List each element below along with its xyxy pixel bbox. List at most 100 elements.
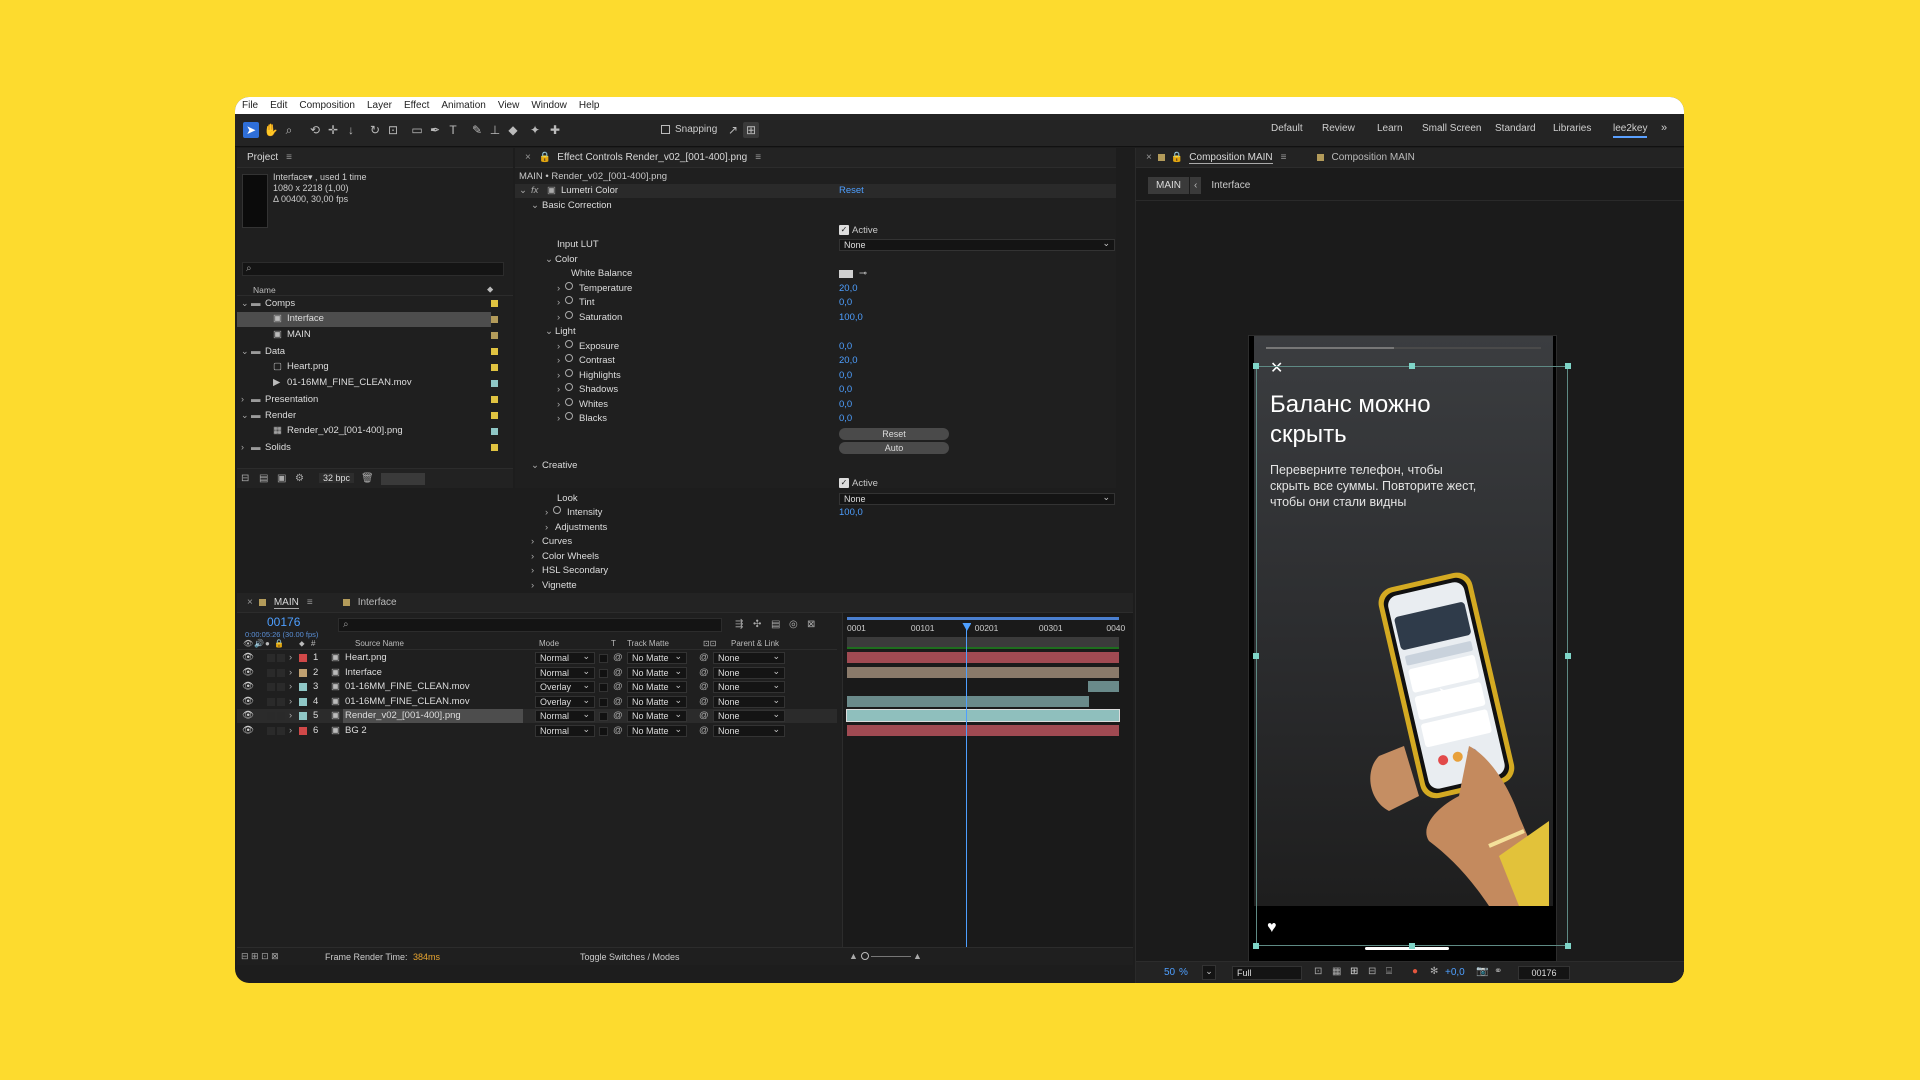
param-row[interactable]: › Whites 0,0 [515, 397, 1116, 412]
color-group-row[interactable]: ⌄ Color [515, 253, 1116, 267]
roto-brush-tool-icon[interactable]: ✦ [527, 122, 543, 138]
snapping-checkbox[interactable] [657, 122, 673, 138]
timeline-tab-main[interactable]: MAIN [273, 597, 299, 609]
label-color-swatch[interactable] [491, 300, 498, 307]
chevron-right-icon[interactable]: › [531, 564, 534, 578]
effect-header-row[interactable]: ⌄ fx ▣ Lumetri Color Reset [515, 184, 1116, 198]
project-item[interactable]: ▶ 01-16MM_FINE_CLEAN.mov [237, 376, 513, 391]
label-color-swatch[interactable] [491, 380, 498, 387]
section-row[interactable]: › HSL Secondary [515, 564, 1116, 578]
intensity-value[interactable]: 100,0 [839, 506, 863, 520]
bit-depth-button[interactable]: 32 bpc [319, 473, 355, 483]
chevron-right-icon[interactable]: › [531, 535, 534, 549]
playhead[interactable] [962, 623, 972, 965]
transform-handle[interactable] [1565, 363, 1571, 369]
label-color-swatch[interactable] [491, 444, 498, 451]
active-checkbox-wrap[interactable]: ✓ Active [839, 224, 878, 238]
matte-pickwhip-icon[interactable]: @ [613, 666, 623, 680]
hand-tool-icon[interactable]: ✋ [263, 122, 279, 138]
track-matte-dropdown[interactable]: No Matte [627, 651, 687, 664]
effect-controls-tab[interactable]: Effect Controls Render_v02_[001-400].png [557, 152, 747, 163]
preserve-transparency-toggle[interactable] [599, 654, 608, 663]
current-time-field[interactable]: 00176 [1518, 966, 1570, 980]
chevron-right-icon[interactable]: › [557, 340, 560, 354]
section-row[interactable]: › Vignette [515, 579, 1116, 593]
chevron-down-icon[interactable]: ⌄ [519, 184, 527, 198]
chevron-right-icon[interactable]: › [241, 440, 251, 454]
lock-toggle[interactable] [277, 697, 285, 706]
menu-item-animation[interactable]: Animation [441, 100, 485, 111]
param-value[interactable]: 0,0 [839, 296, 852, 310]
layer-duration-bar[interactable] [847, 652, 1119, 663]
label-color-swatch[interactable] [299, 726, 307, 735]
transform-handle[interactable] [1565, 943, 1571, 949]
adjustments-row[interactable]: › Adjustments [515, 521, 1116, 535]
lock-toggle[interactable] [277, 683, 285, 691]
breadcrumb-child[interactable]: Interface [1211, 180, 1250, 191]
timeline-zoom-slider-handle[interactable] [861, 952, 869, 960]
preserve-transparency-toggle[interactable] [599, 683, 608, 692]
solo-toggle[interactable] [267, 654, 275, 662]
workspace-tab-default[interactable]: Default [1271, 123, 1303, 134]
chevron-down-icon[interactable]: ⌄ [241, 408, 251, 422]
workspace-tab-lee2key[interactable]: lee2key [1613, 123, 1648, 138]
workspace-tab-small-screen[interactable]: Small Screen [1422, 123, 1481, 134]
stopwatch-icon[interactable] [565, 397, 573, 406]
input-lut-dropdown[interactable]: None [839, 238, 1115, 251]
eyedropper-icon[interactable]: ⊸ [859, 267, 867, 281]
stopwatch-icon[interactable] [565, 412, 573, 420]
matte-pickwhip-icon[interactable]: @ [613, 709, 623, 723]
eye-icon[interactable]: 👁 [242, 680, 254, 694]
workspace-tab-libraries[interactable]: Libraries [1553, 123, 1591, 134]
param-row[interactable]: › Blacks 0,0 [515, 412, 1116, 426]
project-item[interactable]: ▣ Interface [237, 312, 498, 327]
label-color-swatch[interactable] [299, 683, 307, 691]
matte-pickwhip-icon[interactable]: @ [613, 680, 623, 694]
layer-name[interactable]: Heart.png [343, 651, 523, 665]
chevron-right-icon[interactable]: › [289, 709, 292, 723]
parent-pickwhip-icon[interactable]: @ [699, 666, 709, 680]
eye-icon[interactable]: 👁 [242, 651, 254, 665]
blend-mode-dropdown[interactable]: Normal [535, 724, 595, 737]
close-icon[interactable]: × [525, 152, 531, 163]
param-value[interactable]: 0,0 [839, 383, 852, 397]
look-dropdown[interactable]: None [839, 492, 1115, 505]
thumbnail-slider[interactable] [381, 473, 425, 485]
label-color-swatch[interactable] [299, 712, 307, 720]
layer-row[interactable]: 👁 › 6 ▣ BG 2 Normal @ No Matte @ None [237, 724, 837, 738]
chevron-right-icon[interactable]: › [557, 296, 560, 310]
label-color-swatch[interactable] [491, 316, 498, 323]
zoom-value[interactable]: 50 [1164, 967, 1175, 978]
light-group-row[interactable]: ⌄ Light [515, 325, 1116, 339]
label-color-swatch[interactable] [491, 348, 498, 355]
color-channels-icon[interactable]: ● [1412, 966, 1418, 977]
draft-3d-icon[interactable]: ✣ [753, 619, 761, 630]
param-row[interactable]: › Contrast 20,0 [515, 354, 1116, 368]
label-color-swatch[interactable] [491, 412, 498, 419]
layer-row[interactable]: 👁 › 3 ▣ 01-16MM_FINE_CLEAN.mov Overlay @… [237, 680, 837, 694]
menu-item-effect[interactable]: Effect [404, 100, 429, 111]
project-item[interactable]: › ▬ Solids [237, 440, 513, 455]
stopwatch-icon[interactable] [565, 296, 573, 304]
menu-item-layer[interactable]: Layer [367, 100, 392, 111]
effect-reset-link[interactable]: Reset [839, 184, 864, 198]
parent-dropdown[interactable]: None [713, 680, 785, 693]
menu-item-help[interactable]: Help [579, 100, 600, 111]
chevron-down-icon[interactable]: ⌄ [531, 459, 539, 473]
param-value[interactable]: 0,0 [839, 369, 852, 383]
composition-tab[interactable]: Composition MAIN [1189, 152, 1273, 164]
eye-icon[interactable]: 👁 [242, 709, 254, 723]
creative-active-wrap[interactable]: ✓ Active [839, 477, 878, 491]
chevron-down-icon[interactable]: ⌄ [545, 325, 553, 339]
layer-duration-bar[interactable] [847, 724, 1119, 736]
chevron-right-icon[interactable]: › [545, 506, 548, 520]
label-color-swatch[interactable] [299, 668, 307, 677]
snapshot-camera-icon[interactable]: 📷 [1476, 966, 1488, 977]
type-tool-icon[interactable]: T [445, 122, 461, 138]
project-search-input[interactable]: ⌕ [242, 262, 504, 276]
creative-row[interactable]: ⌄ Creative [515, 459, 1116, 473]
matte-pickwhip-icon[interactable]: @ [613, 695, 623, 709]
project-item[interactable]: ▢ Heart.png [237, 360, 513, 375]
layer-name[interactable]: BG 2 [343, 724, 523, 738]
breadcrumb-main[interactable]: MAIN [1148, 176, 1189, 194]
